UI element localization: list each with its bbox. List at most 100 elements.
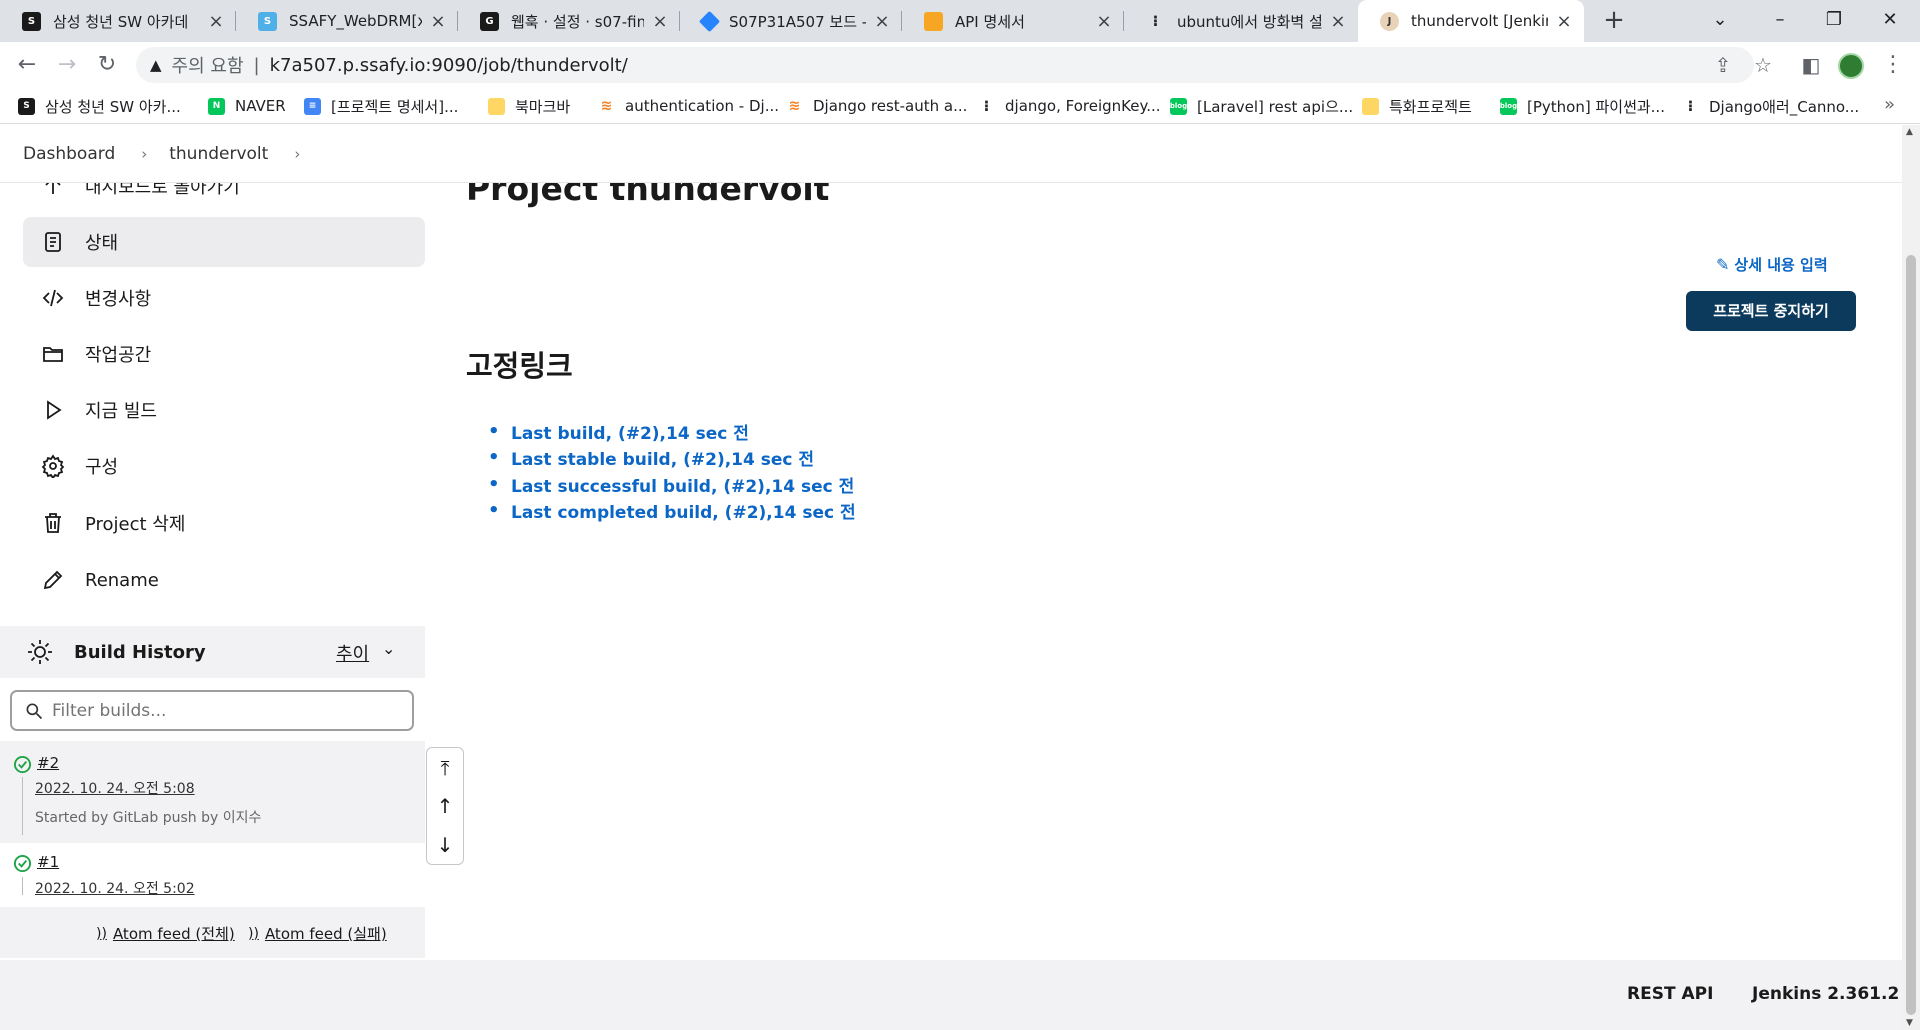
page-up-icon[interactable]: ↑ (427, 787, 463, 825)
close-icon[interactable]: × (872, 11, 892, 32)
permalink-last-stable-build[interactable]: Last stable build, (#2),14 sec 전 (492, 445, 856, 472)
close-icon[interactable]: × (1328, 11, 1348, 32)
bookmark-label: 삼성 청년 SW 아카... (45, 97, 181, 116)
breadcrumb-dashboard[interactable]: Dashboard (23, 144, 115, 164)
gitlab-icon: G (480, 11, 499, 31)
window-close-button[interactable]: ✕ (1862, 0, 1918, 42)
browser-tab[interactable]: S SSAFY_WebDRM[xRy] × (236, 0, 458, 42)
filter-builds-input[interactable]: Filter builds... (10, 690, 414, 731)
bookmark-folder[interactable]: 특화프로젝트 (1362, 95, 1472, 117)
sidebar-item-delete-project[interactable]: Project 삭제 (23, 498, 425, 548)
bookmark-item[interactable]: ≋ Django rest-auth a... (786, 95, 968, 117)
minimize-button[interactable]: – (1752, 0, 1808, 42)
bookmark-item[interactable]: blog [Python] 파이썬과... (1500, 95, 1665, 117)
permalinks-list: Last build, (#2),14 sec 전 Last stable bu… (492, 418, 856, 524)
naver-icon: N (208, 97, 225, 115)
bookmark-label: Django rest-auth a... (813, 97, 968, 115)
bookmark-item[interactable]: blog [Laravel] rest api으... (1170, 95, 1353, 117)
share-icon[interactable]: ⇪ (1708, 50, 1738, 80)
sidebar-item-label: 상태 (85, 233, 119, 254)
build-number-link[interactable]: #2 (37, 754, 59, 772)
bookmark-label: [Laravel] rest api으... (1197, 97, 1354, 116)
bookmark-item[interactable]: S 삼성 청년 SW 아카... (18, 95, 181, 117)
bookmarks-overflow-button[interactable]: » (1884, 94, 1895, 115)
breadcrumb-thundervolt[interactable]: thundervolt (169, 144, 268, 164)
browser-tab[interactable]: G 웹훅 · 설정 · s07-final × (458, 0, 680, 42)
rest-api-link[interactable]: REST API (1627, 984, 1713, 1004)
bookmark-item[interactable]: ⁝ django, ForeignKey... (978, 95, 1161, 117)
close-icon[interactable]: × (428, 11, 448, 32)
velog-icon: ⁝ (1687, 97, 1694, 115)
bookmark-item[interactable]: ≋ authentication - Dj... (598, 95, 779, 117)
sidebar-item-changes[interactable]: 변경사항 (23, 273, 425, 323)
sidebar-item-build-now[interactable]: 지금 빌드 (23, 385, 425, 435)
chevron-down-icon[interactable]: ⌄ (382, 639, 395, 658)
warning-icon[interactable]: ▲ (150, 56, 162, 74)
close-icon[interactable]: × (1554, 11, 1574, 32)
sidebar-item-workspace[interactable]: 작업공간 (23, 329, 425, 379)
filter-placeholder: Filter builds... (52, 700, 167, 721)
scrollbar-thumb[interactable] (1906, 255, 1916, 1015)
atom-feed-failed-link[interactable]: )) Atom feed (실패) (248, 923, 387, 944)
jenkins-version-link[interactable]: Jenkins 2.361.2 (1752, 984, 1899, 1004)
permalink-last-build[interactable]: Last build, (#2),14 sec 전 (492, 418, 856, 445)
browser-tab-active[interactable]: J thundervolt [Jenkins] × (1358, 0, 1584, 42)
sidebar-item-status[interactable]: 상태 (23, 217, 425, 267)
close-icon[interactable]: × (1094, 11, 1114, 32)
sidebar-item-configure[interactable]: 구성 (23, 441, 425, 491)
atom-feed-all-link[interactable]: )) Atom feed (전체) (96, 923, 235, 944)
browser-tab[interactable]: ⁝ ubuntu에서 방화벽 설 × (1124, 0, 1358, 42)
permalink-last-completed-build[interactable]: Last completed build, (#2),14 sec 전 (492, 498, 856, 525)
browser-tab[interactable]: API 명세서 × (902, 0, 1124, 42)
scroll-up-icon[interactable]: ▲ (1906, 127, 1913, 137)
security-warning[interactable]: 주의 요함 (172, 52, 244, 78)
bookmark-item[interactable]: ⁝ Django애러_Canno... (1682, 95, 1859, 117)
page-first-icon[interactable]: ⤒ (427, 749, 463, 787)
reload-icon[interactable]: ↻ (92, 50, 122, 80)
browser-tab[interactable]: S 삼성 청년 SW 아카데 × (0, 0, 236, 42)
stackoverflow-icon: ≋ (788, 98, 801, 114)
naver-blog-icon: blog (1170, 97, 1187, 115)
back-icon[interactable]: ← (12, 50, 42, 80)
address-bar[interactable]: ▲ 주의 요함 | k7a507.p.ssafy.io:9090/job/thu… (136, 47, 1754, 83)
build-date-link[interactable]: 2022. 10. 24. 오전 5:02 (35, 878, 195, 898)
disable-project-button[interactable]: 프로젝트 중지하기 (1686, 291, 1856, 331)
jira-icon (698, 10, 721, 32)
scroll-down-icon[interactable]: ▼ (1906, 1018, 1913, 1028)
sidebar-item-rename[interactable]: Rename (23, 555, 425, 605)
menu-kebab-icon[interactable]: ⋮ (1882, 50, 1904, 80)
bookmark-star-icon[interactable]: ☆ (1748, 50, 1778, 80)
chevron-right-icon[interactable]: › (294, 145, 300, 163)
permalink-last-successful-build[interactable]: Last successful build, (#2),14 sec 전 (492, 471, 856, 498)
address-separator: | (253, 54, 260, 76)
close-icon[interactable]: × (650, 11, 670, 32)
bookmark-item[interactable]: N NAVER (208, 95, 286, 117)
atom-feed-failed-label: Atom feed (실패) (264, 925, 387, 943)
chevron-right-icon[interactable]: › (141, 145, 147, 163)
bookmark-folder[interactable]: 북마크바 (488, 95, 570, 117)
url-text[interactable]: k7a507.p.ssafy.io:9090/job/thundervolt/ (270, 55, 628, 76)
build-row[interactable]: #2 2022. 10. 24. 오전 5:08 Started by GitL… (0, 741, 425, 843)
page-down-icon[interactable]: ↓ (427, 826, 463, 864)
forward-icon[interactable]: → (52, 50, 82, 80)
page-scrollbar[interactable]: ▲ ▼ (1902, 125, 1920, 1030)
close-icon[interactable]: × (206, 11, 226, 32)
ssafy-drm-icon: S (258, 11, 277, 31)
play-icon (41, 398, 65, 422)
bookmark-item[interactable]: ≡ [프로젝트 명세서]... (304, 95, 458, 117)
restore-button[interactable]: ❐ (1806, 0, 1862, 42)
profile-avatar[interactable] (1838, 53, 1864, 79)
browser-tab[interactable]: S07P31A507 보드 - C × (680, 0, 902, 42)
build-row[interactable]: #1 2022. 10. 24. 오전 5:02 (0, 843, 425, 907)
sidebar-item-label: 변경사항 (85, 289, 152, 310)
build-date-link[interactable]: 2022. 10. 24. 오전 5:08 (35, 778, 195, 798)
new-tab-button[interactable]: + (1598, 6, 1630, 36)
folder-icon (41, 342, 65, 366)
page-viewport: Dashboard › thundervolt › 대시보드로 돌아가기 상태 … (0, 125, 1902, 1030)
edit-description-link[interactable]: ✎ 상세 내용 입력 (1716, 254, 1828, 275)
trend-link[interactable]: 추이 (336, 640, 369, 666)
sidebar-item-label: 작업공간 (85, 345, 152, 366)
side-panel-icon[interactable]: ◧ (1796, 50, 1826, 80)
tab-search-icon[interactable]: ⌄ (1692, 0, 1748, 42)
build-number-link[interactable]: #1 (37, 853, 59, 871)
